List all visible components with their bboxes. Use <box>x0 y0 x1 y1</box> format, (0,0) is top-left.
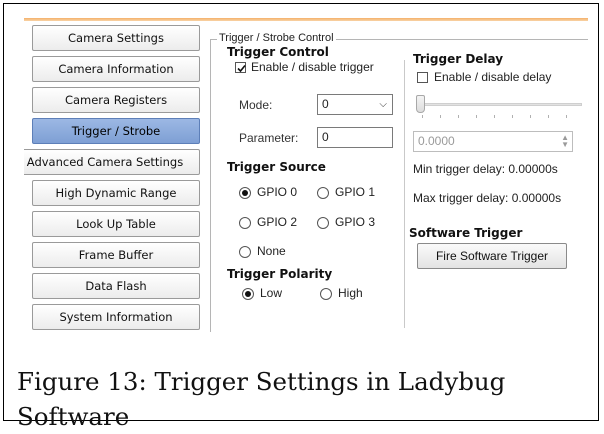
figure-caption: Figure 13: Trigger Settings in Ladybug S… <box>17 367 506 431</box>
slider-tick <box>476 115 477 118</box>
min-delay-label: Min trigger delay: 0.00000s <box>413 162 558 176</box>
slider-tick <box>512 115 513 118</box>
max-delay-label: Max trigger delay: 0.00000s <box>413 191 562 205</box>
spin-arrows-icon: ▲ ▼ <box>561 133 569 149</box>
delay-slider-track <box>418 103 582 106</box>
delay-value: 0.0000 <box>418 134 455 148</box>
slider-tick <box>530 115 531 118</box>
slider-tick <box>566 115 567 118</box>
delay-column: 0.0000 ▲ ▼ Min trigger delay: 0.00000s Ma… <box>20 14 584 328</box>
slider-tick <box>440 115 441 118</box>
slider-tick <box>494 115 495 118</box>
delay-slider-thumb[interactable] <box>416 95 425 113</box>
delay-value-spinbox[interactable]: 0.0000 ▲ ▼ <box>413 131 573 152</box>
software-trigger-header: Software Trigger <box>409 226 523 240</box>
fire-software-trigger-button[interactable]: Fire Software Trigger <box>417 243 567 269</box>
slider-tick <box>548 115 549 118</box>
slider-tick <box>422 115 423 118</box>
slider-tick <box>458 115 459 118</box>
